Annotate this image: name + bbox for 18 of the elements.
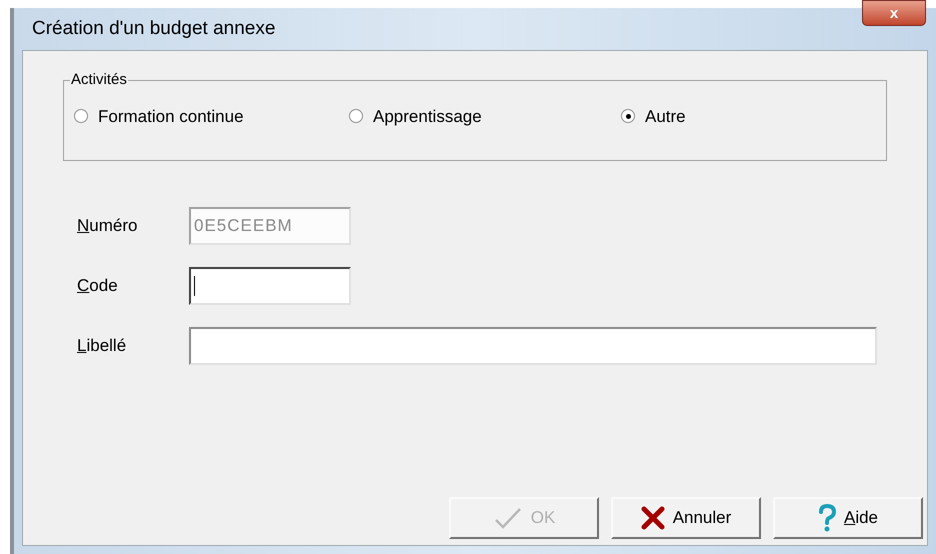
dialog-button[interactable]: Annuler [611,497,761,539]
field-label: Numéro [77,215,138,238]
question-mark-icon [818,504,836,532]
cross-icon [640,506,665,530]
field-label: Code [77,275,119,298]
input-field[interactable] [189,267,351,305]
window-title: Création d'un budget annexe [32,16,276,41]
radio-option[interactable]: Apprentissage [349,104,621,129]
dialog-button[interactable]: Aide [773,497,923,539]
radio-option[interactable]: Autre [621,104,686,129]
radio-button[interactable] [74,109,88,124]
group-legend: Activités [70,69,128,92]
radio-button[interactable] [621,109,635,124]
radio-option[interactable]: Formation continue [74,104,349,129]
check-icon [492,506,523,530]
input-field[interactable] [189,327,877,365]
field-label: Libellé [77,335,128,358]
radio-button[interactable] [349,109,363,124]
